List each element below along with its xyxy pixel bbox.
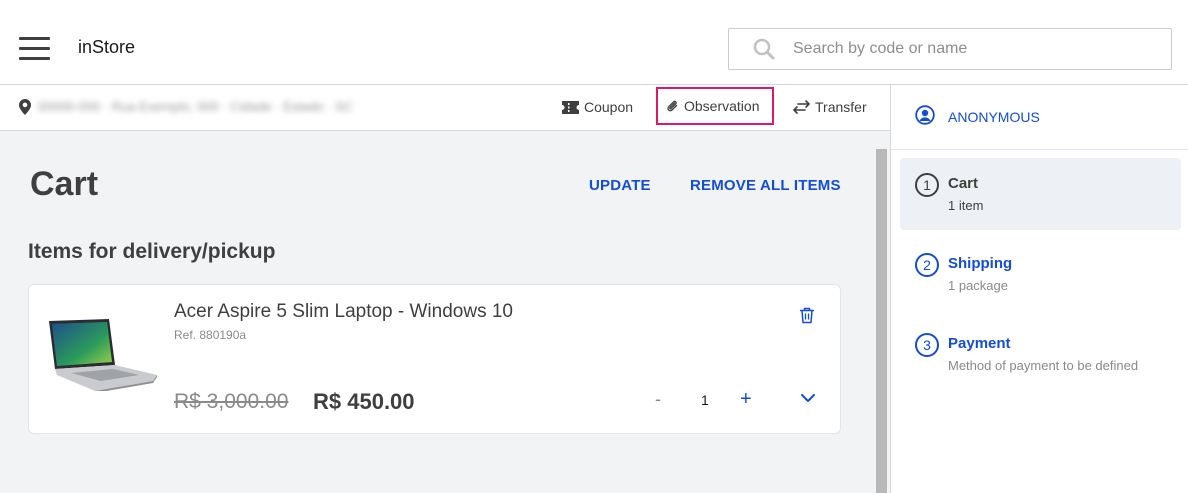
step-subtitle: Method of payment to be defined <box>948 358 1139 373</box>
step-shipping[interactable]: 2 Shipping 1 package <box>900 238 1181 310</box>
coupon-button[interactable]: Coupon <box>562 99 633 115</box>
scrollbar[interactable] <box>874 131 890 493</box>
product-image <box>49 319 157 391</box>
product-ref: Ref. 880190a <box>174 328 247 342</box>
step-label[interactable]: Shipping <box>948 255 1012 272</box>
transfer-button[interactable]: Transfer <box>793 99 867 115</box>
step-payment[interactable]: 3 Payment Method of payment to be define… <box>900 318 1181 390</box>
update-button[interactable]: UPDATE <box>589 177 651 194</box>
section-title: Items for delivery/pickup <box>28 240 276 263</box>
observation-label: Observation <box>684 98 760 114</box>
cart-main: Cart UPDATE REMOVE ALL ITEMS Items for d… <box>0 131 874 493</box>
step-number: 2 <box>915 253 939 277</box>
increase-quantity-button[interactable]: + <box>740 388 752 411</box>
location-pin-icon <box>19 99 31 115</box>
transfer-arrows-icon <box>793 100 810 114</box>
step-label[interactable]: Payment <box>948 335 1011 352</box>
trash-icon[interactable] <box>799 307 815 324</box>
step-number: 3 <box>915 333 939 357</box>
step-subtitle: 1 package <box>948 278 1008 293</box>
page-title: Cart <box>30 165 99 203</box>
app-title: inStore <box>78 37 136 57</box>
sale-price: R$ 450.00 <box>313 389 415 414</box>
coupon-label: Coupon <box>584 99 634 115</box>
step-cart[interactable]: 1 Cart 1 item <box>900 158 1181 230</box>
delivery-address[interactable]: 00000-000 · Rua Exemplo, 000 · Cidade · … <box>38 99 353 114</box>
search-input[interactable] <box>793 37 1153 61</box>
cart-item: Acer Aspire 5 Slim Laptop - Windows 10 R… <box>28 284 841 434</box>
search-box[interactable] <box>728 28 1172 70</box>
decrease-quantity-button[interactable]: - <box>655 389 661 410</box>
customer-name[interactable]: ANONYMOUS <box>948 109 1040 125</box>
remove-all-items-button[interactable]: REMOVE ALL ITEMS <box>690 177 841 194</box>
menu-icon[interactable] <box>19 37 50 61</box>
step-subtitle: 1 item <box>948 198 984 213</box>
toolbar: 00000-000 · Rua Exemplo, 000 · Cidade · … <box>0 85 890 131</box>
customer-row[interactable]: ANONYMOUS <box>891 85 1188 150</box>
checkout-sidebar: ANONYMOUS 1 Cart 1 item 2 Shipping 1 pac… <box>890 85 1188 493</box>
list-price: R$ 3,000.00 <box>174 390 289 413</box>
step-number: 1 <box>915 173 939 197</box>
ticket-icon <box>562 100 579 114</box>
step-label[interactable]: Cart <box>948 175 978 192</box>
scrollbar-thumb[interactable] <box>876 149 887 493</box>
product-name[interactable]: Acer Aspire 5 Slim Laptop - Windows 10 <box>174 301 513 323</box>
paperclip-icon <box>667 100 678 111</box>
observation-button[interactable]: Observation <box>656 87 774 125</box>
top-header: inStore <box>0 0 1188 85</box>
transfer-label: Transfer <box>815 99 867 115</box>
quantity-value[interactable]: 1 <box>701 392 709 408</box>
user-icon <box>915 105 935 125</box>
chevron-down-icon[interactable] <box>800 393 816 403</box>
search-icon <box>753 38 775 60</box>
